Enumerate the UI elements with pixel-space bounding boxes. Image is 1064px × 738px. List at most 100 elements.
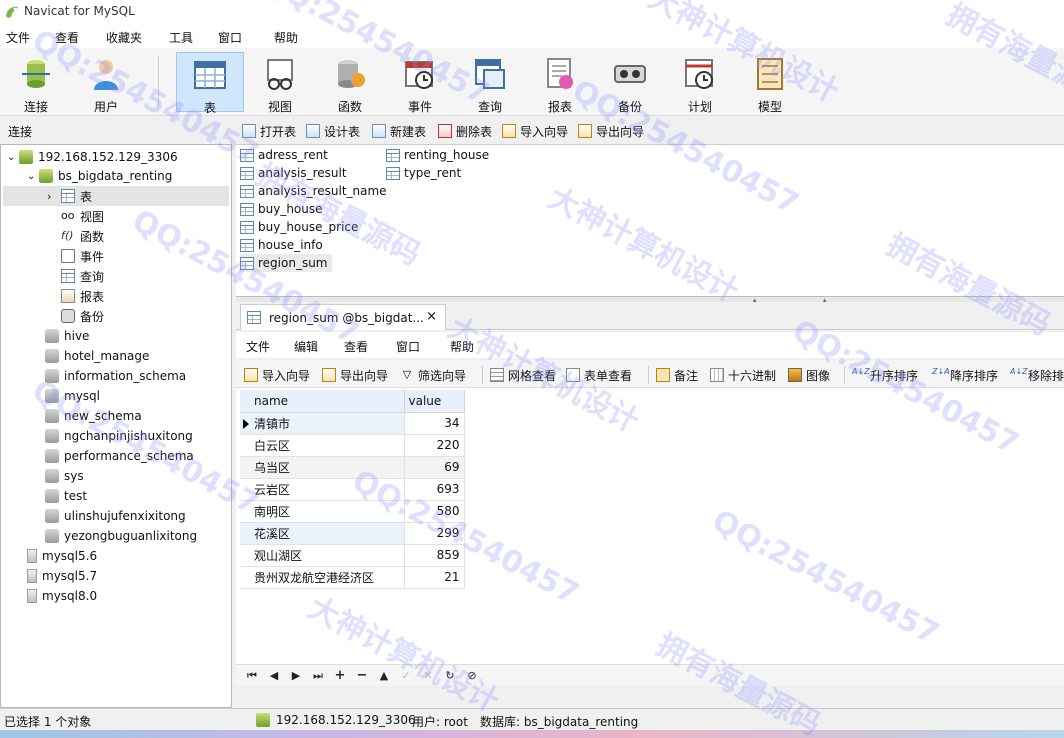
- tree-db-node[interactable]: test: [45, 486, 87, 506]
- cell-name[interactable]: 清镇市: [240, 412, 405, 435]
- menu-tools[interactable]: 工具: [169, 29, 193, 46]
- table-row[interactable]: 云岩区 693: [240, 478, 465, 501]
- form-view-button[interactable]: 表单查看: [566, 366, 632, 384]
- tree-db-node[interactable]: new_schema: [45, 406, 142, 426]
- cell-value[interactable]: 34: [404, 412, 465, 435]
- new-table-button[interactable]: 新建表: [372, 122, 426, 140]
- collapse-chevron-icon[interactable]: ›: [47, 190, 61, 203]
- table-item[interactable]: house_info: [240, 236, 323, 254]
- table-item[interactable]: type_rent: [386, 164, 461, 182]
- tab-region-sum[interactable]: region_sum @bs_bigdat... ×: [240, 304, 446, 330]
- table-row[interactable]: 乌当区 69: [240, 456, 465, 479]
- tree-db-node[interactable]: yezongbuguanlixitong: [45, 526, 197, 546]
- cell-value[interactable]: 220: [404, 434, 465, 457]
- cell-value[interactable]: 69: [404, 456, 465, 479]
- table-row[interactable]: 观山湖区 859: [240, 544, 465, 567]
- tree-db-node[interactable]: mysql: [45, 386, 100, 406]
- memo-button[interactable]: 备注: [656, 366, 698, 384]
- remove-sort-button[interactable]: A↓Z 移除排: [1010, 366, 1064, 384]
- expand-chevron-icon[interactable]: ⌄: [7, 152, 19, 163]
- filter-wizard-button[interactable]: ▽ 筛选向导: [400, 366, 466, 384]
- cell-name[interactable]: 花溪区: [240, 522, 405, 545]
- close-icon[interactable]: ×: [426, 309, 437, 324]
- confirm-icon[interactable]: ✓: [398, 668, 414, 684]
- menu-window[interactable]: 窗口: [218, 29, 242, 46]
- cell-name[interactable]: 观山湖区: [240, 544, 405, 567]
- editor-menu-view[interactable]: 查看: [344, 338, 368, 355]
- image-button[interactable]: 图像: [788, 366, 830, 384]
- toolbar-user-button[interactable]: 用户: [72, 52, 140, 114]
- menu-file[interactable]: 文件: [6, 29, 30, 46]
- cell-name[interactable]: 贵州双龙航空港经济区: [240, 566, 405, 589]
- table-item[interactable]: buy_house_price: [240, 218, 358, 236]
- editor-import-button[interactable]: 导入向导: [244, 366, 310, 384]
- toolbar-view-button[interactable]: 视图: [246, 52, 314, 114]
- toolbar-backup-button[interactable]: 备份: [596, 52, 664, 114]
- table-item[interactable]: adress_rent: [240, 146, 328, 164]
- delete-table-button[interactable]: 删除表: [438, 122, 492, 140]
- cell-name[interactable]: 南明区: [240, 500, 405, 523]
- tree-db-active[interactable]: ⌄ bs_bigdata_renting: [27, 166, 172, 186]
- tree-server-node[interactable]: ⌄ 192.168.152.129_3306: [7, 147, 178, 167]
- tree-db-node[interactable]: sys: [45, 466, 84, 486]
- delete-record-icon[interactable]: −: [354, 668, 370, 684]
- prev-record-icon[interactable]: ◀: [266, 668, 282, 684]
- toolbar-table-button[interactable]: 表: [176, 52, 244, 115]
- cancel-icon[interactable]: ✕: [420, 668, 436, 684]
- cell-value[interactable]: 693: [404, 478, 465, 501]
- tree-db-node[interactable]: ulinshujufenxixitong: [45, 506, 186, 526]
- toolbar-schedule-button[interactable]: 计划: [666, 52, 734, 114]
- editor-menu-help[interactable]: 帮助: [450, 338, 474, 355]
- table-row[interactable]: 白云区 220: [240, 434, 465, 457]
- first-record-icon[interactable]: ⏮: [244, 668, 260, 684]
- toolbar-model-button[interactable]: 模型: [736, 52, 804, 114]
- cell-name[interactable]: 乌当区: [240, 456, 405, 479]
- toolbar-event-button[interactable]: 事件: [386, 52, 454, 114]
- open-table-button[interactable]: 打开表: [242, 122, 296, 140]
- editor-menu-file[interactable]: 文件: [246, 338, 270, 355]
- table-row[interactable]: 花溪区 299: [240, 522, 465, 545]
- toolbar-query-button[interactable]: 查询: [456, 52, 524, 114]
- tree-db-node[interactable]: ngchanpinjishuxitong: [45, 426, 193, 446]
- import-wizard-button[interactable]: 导入向导: [502, 122, 568, 140]
- tree-item-views[interactable]: oo 视图: [61, 206, 104, 226]
- sort-asc-button[interactable]: A↓Z 升序排序: [852, 366, 918, 384]
- table-item[interactable]: analysis_result_name: [240, 182, 387, 200]
- editor-menu-edit[interactable]: 编辑: [294, 338, 318, 355]
- apply-changes-icon[interactable]: ▲: [376, 668, 392, 684]
- cell-value[interactable]: 859: [404, 544, 465, 567]
- cell-name[interactable]: 云岩区: [240, 478, 405, 501]
- table-item[interactable]: analysis_result: [240, 164, 347, 182]
- menu-view[interactable]: 查看: [55, 29, 79, 46]
- tree-item-events[interactable]: 事件: [61, 246, 104, 266]
- table-row[interactable]: 贵州双龙航空港经济区 21: [240, 566, 465, 589]
- tree-db-node[interactable]: performance_schema: [45, 446, 194, 466]
- refresh-icon[interactable]: ↻: [442, 668, 458, 684]
- cell-value[interactable]: 580: [404, 500, 465, 523]
- editor-menu-window[interactable]: 窗口: [396, 338, 420, 355]
- cell-value[interactable]: 21: [404, 566, 465, 589]
- table-row[interactable]: 南明区 580: [240, 500, 465, 523]
- next-record-icon[interactable]: ▶: [288, 668, 304, 684]
- column-header-value[interactable]: value: [404, 390, 465, 413]
- tree-item-backups[interactable]: 备份: [61, 306, 104, 326]
- tree-db-node[interactable]: information_schema: [45, 366, 186, 386]
- stop-icon[interactable]: ⊘: [464, 668, 480, 684]
- tree-item-reports[interactable]: 报表: [61, 286, 104, 306]
- tree-item-functions[interactable]: f() 函数: [61, 226, 104, 246]
- tree-db-node[interactable]: hotel_manage: [45, 346, 149, 366]
- column-header-name[interactable]: name: [240, 390, 405, 413]
- cell-value[interactable]: 299: [404, 522, 465, 545]
- toolbar-connect-button[interactable]: 连接: [2, 52, 70, 114]
- grid-view-button[interactable]: 网格查看: [490, 366, 556, 384]
- menu-help[interactable]: 帮助: [274, 29, 298, 46]
- editor-export-button[interactable]: 导出向导: [322, 366, 388, 384]
- toolbar-report-button[interactable]: 报表: [526, 52, 594, 114]
- tree-db-node[interactable]: hive: [45, 326, 89, 346]
- table-row[interactable]: 清镇市 34: [240, 412, 465, 435]
- tree-server-node[interactable]: mysql5.7: [27, 566, 97, 586]
- table-item-selected[interactable]: region_sum: [240, 254, 332, 272]
- tree-server-node[interactable]: mysql8.0: [27, 586, 97, 606]
- toolbar-function-button[interactable]: 函数: [316, 52, 384, 114]
- export-wizard-button[interactable]: 导出向导: [578, 122, 644, 140]
